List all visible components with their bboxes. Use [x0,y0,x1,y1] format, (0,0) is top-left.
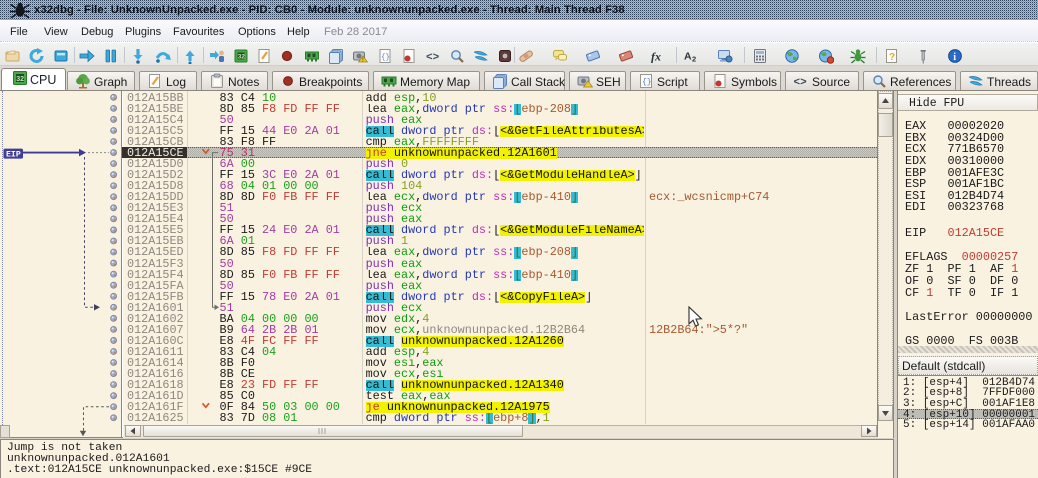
svg-text:<>: <> [426,52,440,64]
svg-text:!: ! [362,58,364,64]
svg-text:i: i [953,52,956,63]
svg-text:{}: {} [642,78,652,87]
svg-text:<>: <> [794,77,808,89]
svg-text:32: 32 [238,53,246,60]
svg-text:?: ? [889,52,895,63]
svg-text:A: A [684,51,692,63]
svg-text:{}: {} [381,54,390,62]
svg-text:2: 2 [692,55,696,64]
svg-text:EIP: EIP [6,151,21,160]
svg-text:32: 32 [16,76,24,83]
svg-text:fx: fx [651,50,661,64]
